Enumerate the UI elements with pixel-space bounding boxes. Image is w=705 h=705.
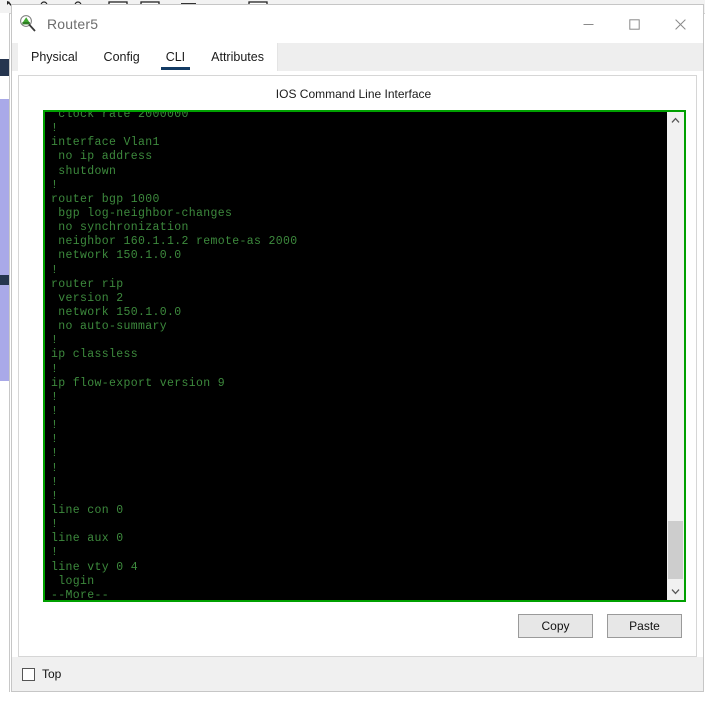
terminal-text: clock rate 2000000! interface Vlan1 no ip… xyxy=(51,112,298,600)
cli-heading: IOS Command Line Interface xyxy=(275,87,432,101)
tab-attributes[interactable]: Attributes xyxy=(198,43,277,71)
terminal-line: ! xyxy=(51,489,59,503)
terminal-line: ! xyxy=(51,122,59,136)
router-device-icon xyxy=(18,14,38,34)
tab-config[interactable]: Config xyxy=(90,43,153,71)
scrollbar-track[interactable] xyxy=(667,129,684,583)
terminal-line: line vty 0 4 xyxy=(51,560,139,574)
chevron-up-icon[interactable] xyxy=(667,112,684,129)
scrollbar-thumb[interactable] xyxy=(668,521,683,579)
top-checkbox[interactable] xyxy=(22,667,35,681)
terminal-line: clock rate 2000000 xyxy=(51,112,189,121)
window-footer: Top xyxy=(12,657,703,691)
terminal-line: interface Vlan1 xyxy=(51,136,160,150)
top-checkbox-label: Top xyxy=(42,667,62,681)
terminal-line: ! xyxy=(51,433,59,447)
window-title: Router5 xyxy=(47,16,99,32)
terminal-line: no auto-summary xyxy=(51,320,168,334)
tab-label: CLI xyxy=(165,50,186,64)
terminal-line: ! xyxy=(51,447,59,461)
terminal-line: no synchronization xyxy=(51,221,189,235)
terminal-line: no ip address xyxy=(51,150,153,164)
terminal-container: clock rate 2000000! interface Vlan1 no ip… xyxy=(43,110,686,602)
top-checkbox-row[interactable]: Top xyxy=(22,667,61,681)
workspace-left-edge xyxy=(0,13,10,705)
terminal-line: shutdown xyxy=(51,164,117,178)
terminal-line: router bgp 1000 xyxy=(51,192,160,206)
paste-button[interactable]: Paste xyxy=(607,614,682,638)
tab-cli[interactable]: CLI xyxy=(152,43,199,71)
terminal-output[interactable]: clock rate 2000000! interface Vlan1 no ip… xyxy=(45,112,666,600)
terminal-line: ip classless xyxy=(51,348,139,362)
device-dialog-window: Router5 Physical Config CLI Attributes I… xyxy=(11,4,704,692)
maximize-icon[interactable] xyxy=(611,5,657,43)
workspace-shape xyxy=(0,381,9,705)
close-icon[interactable] xyxy=(657,5,703,43)
terminal-scrollbar[interactable] xyxy=(666,112,684,600)
workspace-shape xyxy=(0,59,9,76)
terminal-line: ! xyxy=(51,404,59,418)
terminal-line: ! xyxy=(51,362,59,376)
tab-bar-filler xyxy=(276,43,703,71)
copy-button[interactable]: Copy xyxy=(518,614,593,638)
title-bar: Router5 xyxy=(12,5,703,43)
terminal-line: ! xyxy=(51,390,59,404)
terminal-line: line aux 0 xyxy=(51,532,124,546)
terminal-line: ! xyxy=(51,546,59,560)
terminal-line: ! xyxy=(51,461,59,475)
terminal-line: ! xyxy=(51,334,59,348)
workspace-shape xyxy=(0,275,9,285)
tab-label: Attributes xyxy=(211,50,264,64)
terminal-line: ! xyxy=(51,178,59,192)
workspace-shape xyxy=(0,99,9,275)
chevron-down-icon[interactable] xyxy=(667,583,684,600)
terminal-line: login xyxy=(51,574,95,588)
cli-action-buttons: Copy Paste xyxy=(518,614,682,638)
window-controls xyxy=(565,5,703,43)
terminal-line: router rip xyxy=(51,277,124,291)
tab-label: Config xyxy=(103,50,140,64)
terminal-line: ! xyxy=(51,518,59,532)
terminal-line: ! xyxy=(51,263,59,277)
cli-panel: IOS Command Line Interface clock rate 20… xyxy=(18,75,697,657)
workspace-shape xyxy=(0,285,9,381)
tab-active-indicator xyxy=(160,67,191,70)
terminal-line: neighbor 160.1.1.2 remote-as 2000 xyxy=(51,235,298,249)
terminal-line: network 150.1.0.0 xyxy=(51,305,182,319)
tab-label: Physical xyxy=(31,50,78,64)
terminal-line: network 150.1.0.0 xyxy=(51,249,182,263)
terminal-line: ip flow-export version 9 xyxy=(51,376,226,390)
terminal-line: ! xyxy=(51,475,59,489)
terminal-line: ! xyxy=(51,419,59,433)
terminal-line: --More-- xyxy=(51,588,110,600)
minimize-icon[interactable] xyxy=(565,5,611,43)
terminal-line: version 2 xyxy=(51,291,124,305)
terminal-line: bgp log-neighbor-changes xyxy=(51,206,233,220)
terminal-line: line con 0 xyxy=(51,503,124,517)
tab-bar: Physical Config CLI Attributes xyxy=(12,43,703,71)
tab-physical[interactable]: Physical xyxy=(18,43,91,71)
